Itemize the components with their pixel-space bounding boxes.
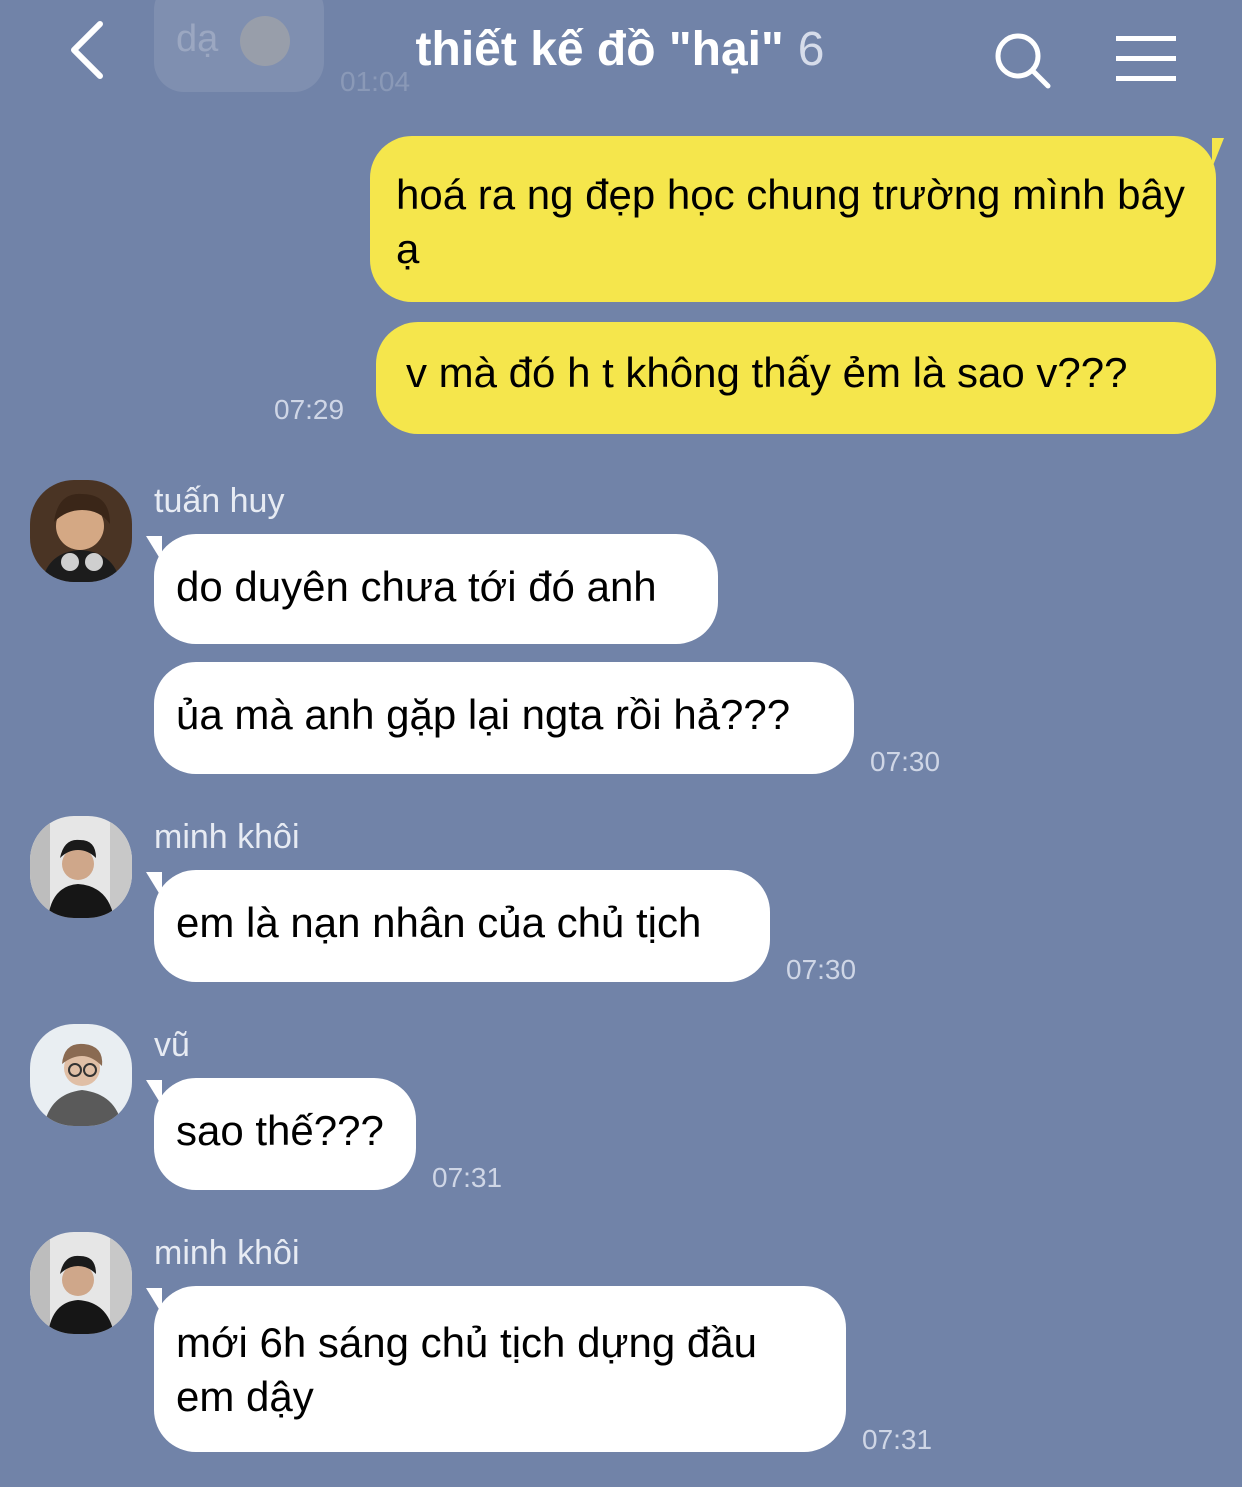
back-icon[interactable] (62, 18, 122, 82)
sender-name: vũ (154, 1026, 190, 1064)
previous-message-time: 01:04 (340, 66, 411, 97)
message-text: em là nạn nhân của chủ tịch (176, 899, 702, 946)
incoming-message-bubble[interactable]: ủa mà anh gặp lại ngta rồi hả??? (154, 662, 854, 774)
sender-name: tuấn huy (154, 482, 285, 520)
message-text: mới 6h sáng chủ tịch dựng đầu em dậy (176, 1319, 758, 1420)
incoming-message-bubble[interactable]: mới 6h sáng chủ tịch dựng đầu em dậy (154, 1286, 846, 1452)
avatar[interactable] (30, 816, 132, 918)
avatar[interactable] (30, 1024, 132, 1126)
message-time: 07:31 (862, 1424, 933, 1455)
message-time: 07:29 (274, 394, 345, 425)
incoming-message-bubble[interactable]: em là nạn nhân của chủ tịch (154, 870, 770, 982)
group-name: thiết kế đồ "hại" (415, 23, 784, 76)
emoji-icon (240, 16, 290, 66)
previous-message-text: dạ (176, 18, 219, 60)
message-text: sao thế??? (176, 1107, 384, 1154)
message-text: v mà đó h t không thấy ẻm là sao v??? (406, 349, 1128, 396)
message-time: 07:30 (786, 954, 857, 985)
sender-name: minh khôi (154, 1234, 300, 1272)
message-text: hoá ra ng đẹp học chung trường mình bây … (396, 171, 1185, 272)
outgoing-message-bubble[interactable]: hoá ra ng đẹp học chung trường mình bây … (370, 136, 1216, 302)
bubble-tail (1212, 138, 1224, 168)
outgoing-message-bubble[interactable]: v mà đó h t không thấy ẻm là sao v??? (376, 322, 1216, 434)
message-time: 07:30 (870, 746, 941, 777)
incoming-message-bubble[interactable]: do duyên chưa tới đó anh (154, 534, 718, 644)
message-text: do duyên chưa tới đó anh (176, 563, 657, 610)
message-text: ủa mà anh gặp lại ngta rồi hả??? (176, 691, 791, 738)
avatar[interactable] (30, 480, 132, 582)
avatar[interactable] (30, 1232, 132, 1334)
search-icon[interactable] (992, 30, 1054, 92)
incoming-message-bubble[interactable]: sao thế??? (154, 1078, 416, 1190)
menu-icon[interactable] (1112, 32, 1182, 86)
message-time: 07:31 (432, 1162, 503, 1193)
member-count: 6 (797, 23, 825, 76)
sender-name: minh khôi (154, 818, 300, 856)
